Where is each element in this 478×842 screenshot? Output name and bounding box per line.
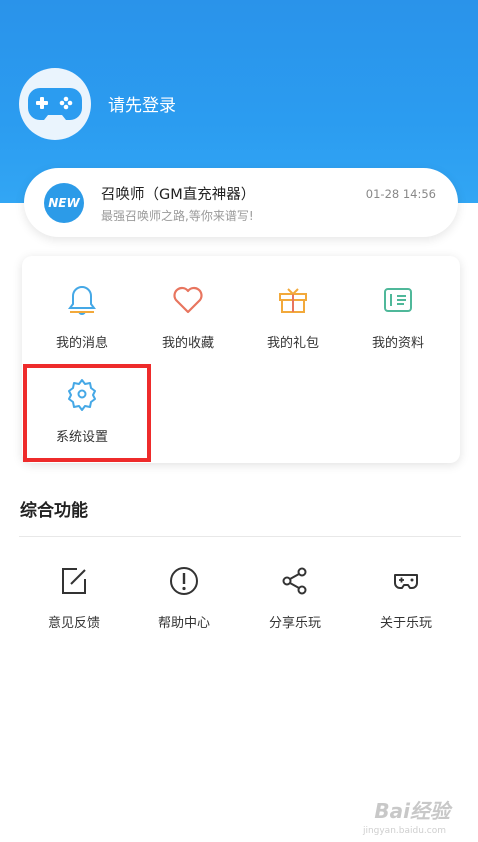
func-item-share[interactable]: 分享乐玩 (240, 556, 350, 636)
new-badge: NEW (44, 183, 84, 223)
share-icon (282, 567, 307, 595)
menu-item-messages[interactable]: 我的消息 (30, 266, 134, 356)
watermark: Bai经验 (374, 799, 450, 823)
func-label: 分享乐玩 (268, 616, 321, 631)
gift-icon (279, 288, 307, 313)
section-title: 综合功能 (20, 501, 88, 521)
func-item-feedback[interactable]: 意见反馈 (19, 556, 129, 636)
watermark-url: jingyan.baidu.com (362, 826, 446, 836)
func-label: 意见反馈 (47, 616, 100, 631)
edit-icon (62, 568, 86, 594)
gamepad-icon (28, 88, 82, 120)
divider (19, 536, 461, 537)
func-label: 关于乐玩 (379, 616, 432, 631)
gamepad-icon (394, 574, 418, 589)
login-prompt[interactable]: 请先登录 (108, 91, 176, 116)
notice-subtitle: 最强召唤师之路,等你来谱写! (101, 209, 254, 223)
func-item-about[interactable]: 关于乐玩 (351, 556, 461, 636)
settings-highlight-box (23, 364, 151, 462)
menu-item-gifts[interactable]: 我的礼包 (241, 266, 345, 356)
menu-label: 我的消息 (55, 336, 108, 351)
heart-icon (173, 286, 203, 314)
notice-time: 01-28 14:56 (365, 187, 436, 201)
avatar[interactable] (19, 68, 91, 140)
menu-label: 我的收藏 (161, 336, 214, 351)
func-label: 帮助中心 (157, 616, 210, 631)
menu-item-favorites[interactable]: 我的收藏 (136, 266, 240, 356)
func-item-help[interactable]: 帮助中心 (129, 556, 239, 636)
bell-icon (68, 285, 96, 315)
notice-title: 召唤师（GM直充神器） (101, 187, 256, 203)
menu-item-profile[interactable]: 我的资料 (346, 266, 450, 356)
profile-card-icon (384, 288, 412, 312)
notice-card[interactable]: NEW 召唤师（GM直充神器） 最强召唤师之路,等你来谱写! 01-28 14:… (24, 168, 458, 237)
menu-label: 我的资料 (371, 336, 424, 351)
menu-label: 我的礼包 (266, 336, 319, 351)
help-icon (170, 567, 198, 595)
